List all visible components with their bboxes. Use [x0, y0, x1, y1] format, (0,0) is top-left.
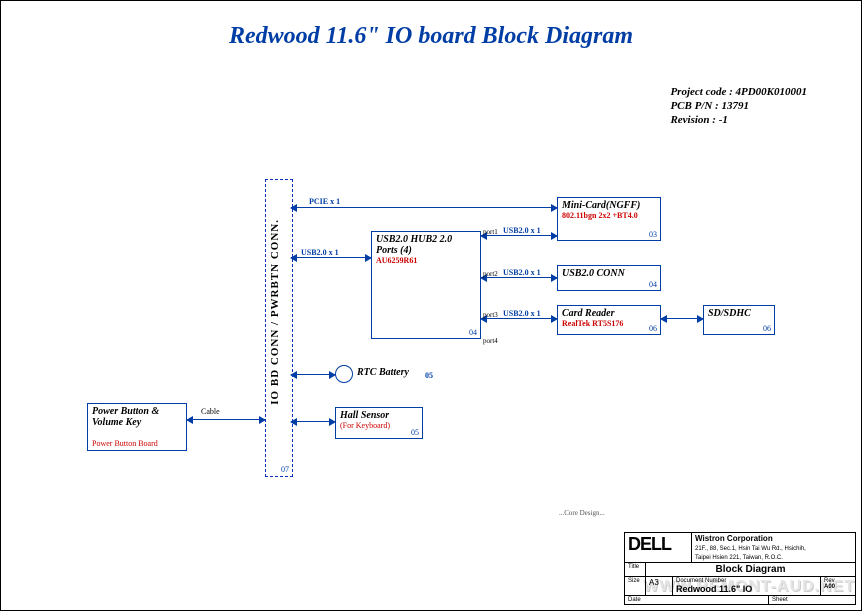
rev-val: A00 [824, 584, 835, 590]
sheet-label: Sheet [768, 596, 855, 604]
card-reader-title: Card Reader [562, 308, 656, 319]
usb-conn-block: USB2.0 CONN 04 [557, 265, 661, 291]
hall-arrow [291, 421, 335, 422]
usb-hub-block: USB2.0 HUB2 2.0 Ports (4) AU6259R61 04 [371, 231, 481, 339]
connector-label: IO BD CONN / PWRBTN CONN. [269, 219, 281, 405]
pcb-pn-label: PCB P/N : [670, 100, 718, 112]
usb-hub-in-sig: USB2.0 x 1 [301, 248, 339, 257]
page-title: Redwood 11.6" IO board Block Diagram [1, 23, 861, 50]
hub-port2-sig: USB2.0 x 1 [503, 268, 541, 277]
sd-block: SD/SDHC 06 [703, 305, 775, 335]
pcb-pn: 13791 [721, 100, 749, 112]
card-reader-block: Card Reader RealTek RT5S176 06 [557, 305, 661, 335]
wistron-name: Wistron Corporation [695, 534, 773, 543]
card-reader-sub: RealTek RT5S176 [562, 319, 656, 328]
usb-hub-ref: 04 [469, 328, 477, 337]
project-code-label: Project code : [670, 86, 732, 98]
mini-card-block: Mini-Card(NGFF) 802.11bgn 2x2 +BT4.0 03 [557, 197, 661, 241]
project-info: Project code : 4PD00K010001 PCB P/N : 13… [670, 85, 807, 127]
connector-ref: 07 [281, 465, 289, 474]
card-reader-ref: 06 [649, 324, 657, 333]
usb-hub-title: USB2.0 HUB2 2.0 Ports (4) [376, 234, 476, 256]
port4-label: port4 [483, 337, 498, 345]
size-label: Size [625, 577, 645, 595]
schematic-sheet: Redwood 11.6" IO board Block Diagram Pro… [0, 0, 862, 611]
power-button-sub: Power Button Board [92, 439, 158, 448]
usb-conn-title: USB2.0 CONN [562, 268, 656, 279]
hub-port1-sig: USB2.0 x 1 [503, 226, 541, 235]
rtc-ref: 05 [425, 371, 433, 380]
usb-hub-in-arrow [291, 257, 371, 258]
size-val: A3 [645, 577, 672, 595]
rtc-arrow [291, 374, 335, 375]
port1-label: port1 [483, 228, 498, 236]
mini-card-title: Mini-Card(NGFF) [562, 200, 656, 211]
hall-title: Hall Sensor [340, 410, 418, 421]
pcie-arrow [291, 207, 557, 208]
power-button-block: Power Button & Volume Key Power Button B… [87, 403, 187, 451]
core-design-note: ...Core Design... [559, 509, 605, 517]
cable-label: Cable [201, 407, 220, 416]
date-label: Date [625, 596, 768, 604]
usb-hub-sub: AU6259R61 [376, 256, 476, 265]
usb-conn-ref: 04 [649, 280, 657, 289]
card-sd-arrow [661, 318, 703, 319]
project-code: 4PD00K010001 [736, 86, 808, 98]
sheet-name: Redwood 11.6" IO [676, 584, 752, 594]
cable-arrow [187, 419, 265, 420]
hall-sub: (For Keyboard) [340, 421, 418, 430]
mini-card-ref: 03 [649, 230, 657, 239]
title-block: DELL Wistron Corporation 21F., 88, Sec.1, … [624, 532, 856, 605]
rtc-title: RTC Battery [357, 367, 409, 378]
dell-logo: DELL [628, 534, 671, 554]
sd-title: SD/SDHC [708, 308, 770, 319]
revision-label: Revision : [670, 114, 716, 126]
sd-ref: 06 [763, 324, 771, 333]
pcie-sig: PCIE x 1 [309, 197, 340, 206]
port3-label: port3 [483, 311, 498, 319]
mini-card-sub: 802.11bgn 2x2 +BT4.0 [562, 211, 656, 220]
port2-label: port2 [483, 270, 498, 278]
revision: -1 [719, 114, 728, 126]
power-button-title: Power Button & Volume Key [92, 406, 182, 428]
hub-port3-sig: USB2.0 x 1 [503, 309, 541, 318]
rtc-battery-icon [335, 365, 353, 383]
hall-sensor-block: Hall Sensor (For Keyboard) 05 [335, 407, 423, 439]
hall-ref: 05 [411, 428, 419, 437]
footer-title: Block Diagram [645, 563, 855, 576]
wistron-addr: 21F., 88, Sec.1, Hsin Tai Wu Rd., Hsichi… [695, 546, 806, 561]
